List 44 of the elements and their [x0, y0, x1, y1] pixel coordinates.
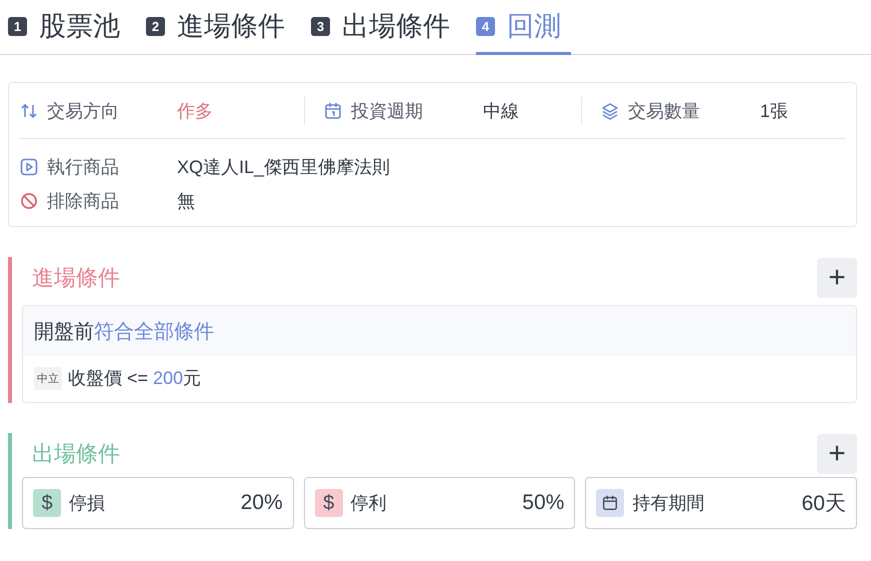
dollar-icon: $: [33, 489, 61, 517]
rule-value: 50%: [522, 491, 564, 515]
play-icon: [19, 157, 39, 177]
field-value: 作多: [177, 100, 213, 122]
field-label: 排除商品: [47, 190, 120, 213]
tab-label: 出場條件: [342, 10, 450, 43]
field-label: 執行商品: [47, 156, 120, 179]
tab-label: 進場條件: [177, 10, 285, 43]
field-label: 投資週期: [351, 100, 424, 122]
rule-label: 持有期間: [632, 492, 706, 515]
exit-rule-field[interactable]: 持有期間 60天: [585, 477, 857, 529]
tab[interactable]: 2 進場條件: [146, 0, 295, 55]
step-number: 1: [8, 16, 27, 36]
rule-label: 停損: [69, 492, 106, 515]
layers-icon: [600, 100, 620, 120]
add-button[interactable]: +: [817, 434, 857, 474]
exit-rule-field[interactable]: $ 停利 50%: [304, 477, 576, 529]
field-value: 中線: [483, 100, 519, 122]
dollar-icon: $: [314, 489, 343, 517]
prohibited-icon: [19, 191, 39, 211]
field-label: 交易方向: [47, 100, 120, 122]
step-number: 4: [476, 16, 495, 36]
tab[interactable]: 4 回測: [476, 0, 571, 55]
rule-value: 20%: [240, 491, 283, 515]
calendar-icon: [323, 100, 343, 120]
group-heading: 開盤前符合全部條件: [34, 320, 214, 344]
tab-label: 回測: [507, 10, 561, 43]
rule-label: 停利: [350, 492, 388, 515]
exit-rule-field[interactable]: $ 停損 20%: [22, 477, 294, 529]
tab-label: 股票池: [39, 10, 120, 43]
tab[interactable]: 1 股票池: [8, 0, 130, 55]
field-label: 交易數量: [628, 100, 701, 122]
condition-text: 收盤價 <= 200元: [68, 367, 202, 390]
rule-value: 60天: [802, 491, 846, 517]
step-number: 3: [311, 16, 330, 36]
step-number: 2: [146, 16, 165, 36]
field-value: 無: [177, 190, 195, 213]
section-title: 出場條件: [31, 440, 120, 468]
field-value: XQ達人IL_傑西里佛摩法則: [177, 156, 390, 179]
condition-tag: 中立: [34, 366, 62, 390]
tab[interactable]: 3 出場條件: [311, 0, 460, 55]
add-button[interactable]: +: [817, 258, 857, 298]
field-value: 1張: [760, 100, 788, 122]
section-title: 進場條件: [31, 264, 120, 292]
